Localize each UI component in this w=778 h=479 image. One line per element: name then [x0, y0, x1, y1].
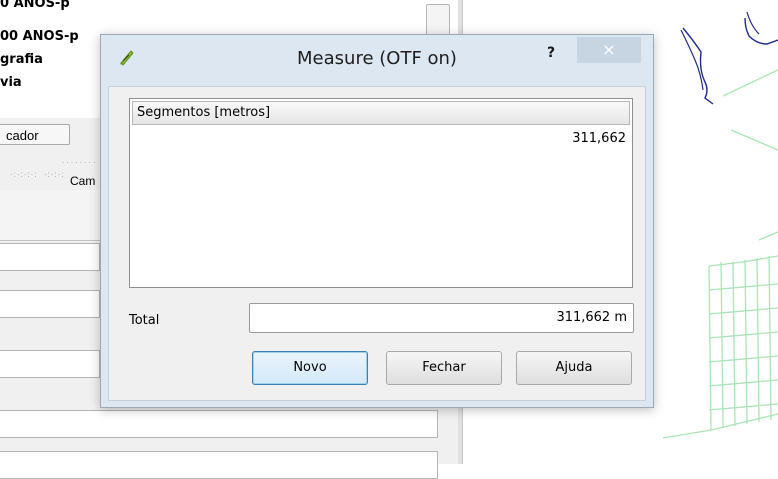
text-field[interactable] — [0, 350, 100, 378]
panel-box — [0, 190, 100, 241]
layer-item[interactable]: grafia — [0, 52, 43, 67]
total-field[interactable]: 311,662 m — [249, 303, 634, 333]
layer-item[interactable]: via — [0, 75, 22, 90]
river-line — [746, 11, 760, 35]
tab-locator[interactable]: cador — [0, 124, 70, 145]
river-line — [744, 17, 778, 45]
total-label: Total — [129, 313, 160, 328]
scrollbar-handle[interactable] — [426, 4, 450, 36]
text-field[interactable] — [0, 290, 100, 318]
grip-dots: ·:·:·:·: ·:·:·: — [10, 170, 65, 179]
close-button[interactable]: × — [577, 37, 641, 63]
measure-dialog: Measure (OTF on) ? × Segmentos [metros] … — [100, 34, 654, 408]
layer-item[interactable]: 00 ANOS-p — [0, 29, 79, 44]
segments-table[interactable]: Segmentos [metros] 311,662 — [129, 98, 633, 288]
layer-item[interactable]: 0 ANOS-p — [0, 0, 70, 11]
help-dialog-button[interactable]: Ajuda — [516, 351, 632, 385]
text-field[interactable] — [0, 410, 438, 438]
table-row[interactable]: 311,662 — [132, 129, 626, 149]
dialog-titlebar[interactable]: Measure (OTF on) ? × — [101, 35, 653, 86]
segments-column-header[interactable]: Segmentos [metros] — [132, 101, 630, 125]
close-dialog-button[interactable]: Fechar — [386, 351, 502, 385]
text-field[interactable] — [0, 243, 100, 271]
river-line — [682, 27, 714, 105]
text-field[interactable] — [0, 451, 438, 479]
close-icon: × — [602, 40, 616, 59]
dialog-body: Segmentos [metros] 311,662 Total 311,662… — [108, 86, 646, 401]
road-network — [662, 69, 778, 439]
field-label: Cam — [70, 174, 96, 188]
dialog-title: Measure (OTF on) — [297, 48, 457, 69]
new-button[interactable]: Novo — [252, 351, 368, 385]
grip-dots: . . . . . . . . — [62, 156, 96, 165]
help-button[interactable]: ? — [539, 41, 563, 65]
